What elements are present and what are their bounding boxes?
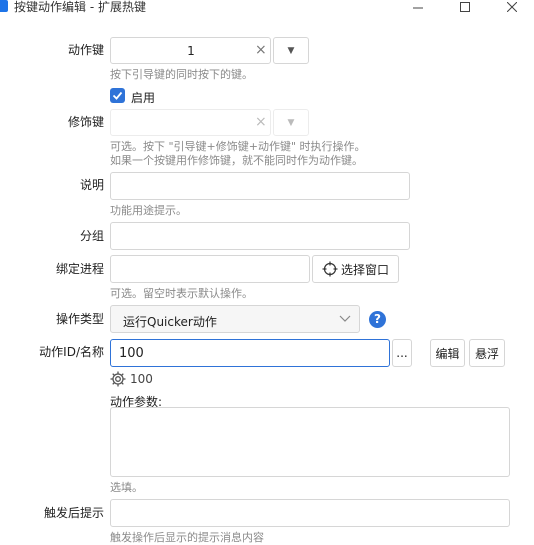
action-key-value: 1 <box>187 44 195 58</box>
clear-icon[interactable]: × <box>255 115 267 129</box>
action-key-dropdown-button[interactable]: ▼ <box>273 37 309 64</box>
chevron-down-icon: ▼ <box>287 45 295 56</box>
action-key-field[interactable]: 1 × <box>110 37 271 64</box>
modifier-hint-2: 如果一个按键用作修饰键，就不能同时作为动作键。 <box>110 154 363 167</box>
chevron-down-icon: ▼ <box>287 117 295 128</box>
operation-type-label: 操作类型 <box>55 312 104 326</box>
modifier-field[interactable]: × <box>110 109 271 136</box>
help-icon[interactable]: ? <box>369 311 386 328</box>
action-params-hint: 选填。 <box>110 481 143 494</box>
trigger-tip-input[interactable] <box>110 499 510 527</box>
modifier-hint-1: 可选。按下 "引导键+修饰键+动作键" 时执行操作。 <box>110 140 366 153</box>
clear-icon[interactable]: × <box>255 43 267 57</box>
close-button[interactable] <box>502 0 522 14</box>
bind-process-label: 绑定进程 <box>55 262 104 276</box>
action-params-textarea[interactable] <box>110 407 510 477</box>
crosshair-icon <box>322 261 338 277</box>
operation-type-value: 运行Quicker动作 <box>123 315 217 329</box>
checkmark-icon <box>112 91 123 100</box>
action-id-value: 100 <box>119 346 144 361</box>
trigger-tip-label: 触发后提示 <box>43 506 104 520</box>
minimize-button[interactable] <box>408 0 428 14</box>
maximize-icon <box>460 2 470 12</box>
bind-process-input[interactable] <box>110 255 310 283</box>
select-window-label: 选择窗口 <box>340 262 389 277</box>
modifier-dropdown-button[interactable]: ▼ <box>273 109 309 136</box>
description-label: 说明 <box>79 178 104 192</box>
description-input[interactable] <box>110 172 410 200</box>
app-logo-icon <box>0 0 8 12</box>
maximize-button[interactable] <box>455 0 475 14</box>
select-window-button[interactable]: 选择窗口 <box>312 255 399 283</box>
group-label: 分组 <box>79 229 104 243</box>
float-button[interactable]: 悬浮 <box>469 339 505 367</box>
operation-type-select[interactable]: 运行Quicker动作 <box>110 305 360 333</box>
action-id-input[interactable]: 100 <box>110 339 390 367</box>
minimize-icon <box>413 7 423 9</box>
description-hint: 功能用途提示。 <box>110 204 187 217</box>
modifier-label: 修饰键 <box>67 115 104 129</box>
close-icon <box>507 2 517 12</box>
group-input[interactable] <box>110 222 410 250</box>
enabled-label: 启用 <box>131 91 156 105</box>
enabled-checkbox[interactable] <box>110 88 125 103</box>
action-key-label: 动作键 <box>67 43 104 57</box>
window-title: 按键动作编辑 - 扩展热键 <box>14 0 146 14</box>
edit-button[interactable]: 编辑 <box>430 339 465 367</box>
action-id-label: 动作ID/名称 <box>39 345 104 359</box>
action-id-echo: 100 <box>130 372 153 386</box>
action-key-hint: 按下引导键的同时按下的键。 <box>110 68 253 81</box>
more-button[interactable]: ... <box>392 339 412 367</box>
trigger-tip-hint: 触发操作后显示的提示消息内容 <box>110 531 264 544</box>
title-bar: 按键动作编辑 - 扩展热键 <box>0 0 534 14</box>
chevron-down-icon <box>339 315 351 322</box>
gear-icon <box>110 371 126 387</box>
bind-process-hint: 可选。留空时表示默认操作。 <box>110 287 253 300</box>
